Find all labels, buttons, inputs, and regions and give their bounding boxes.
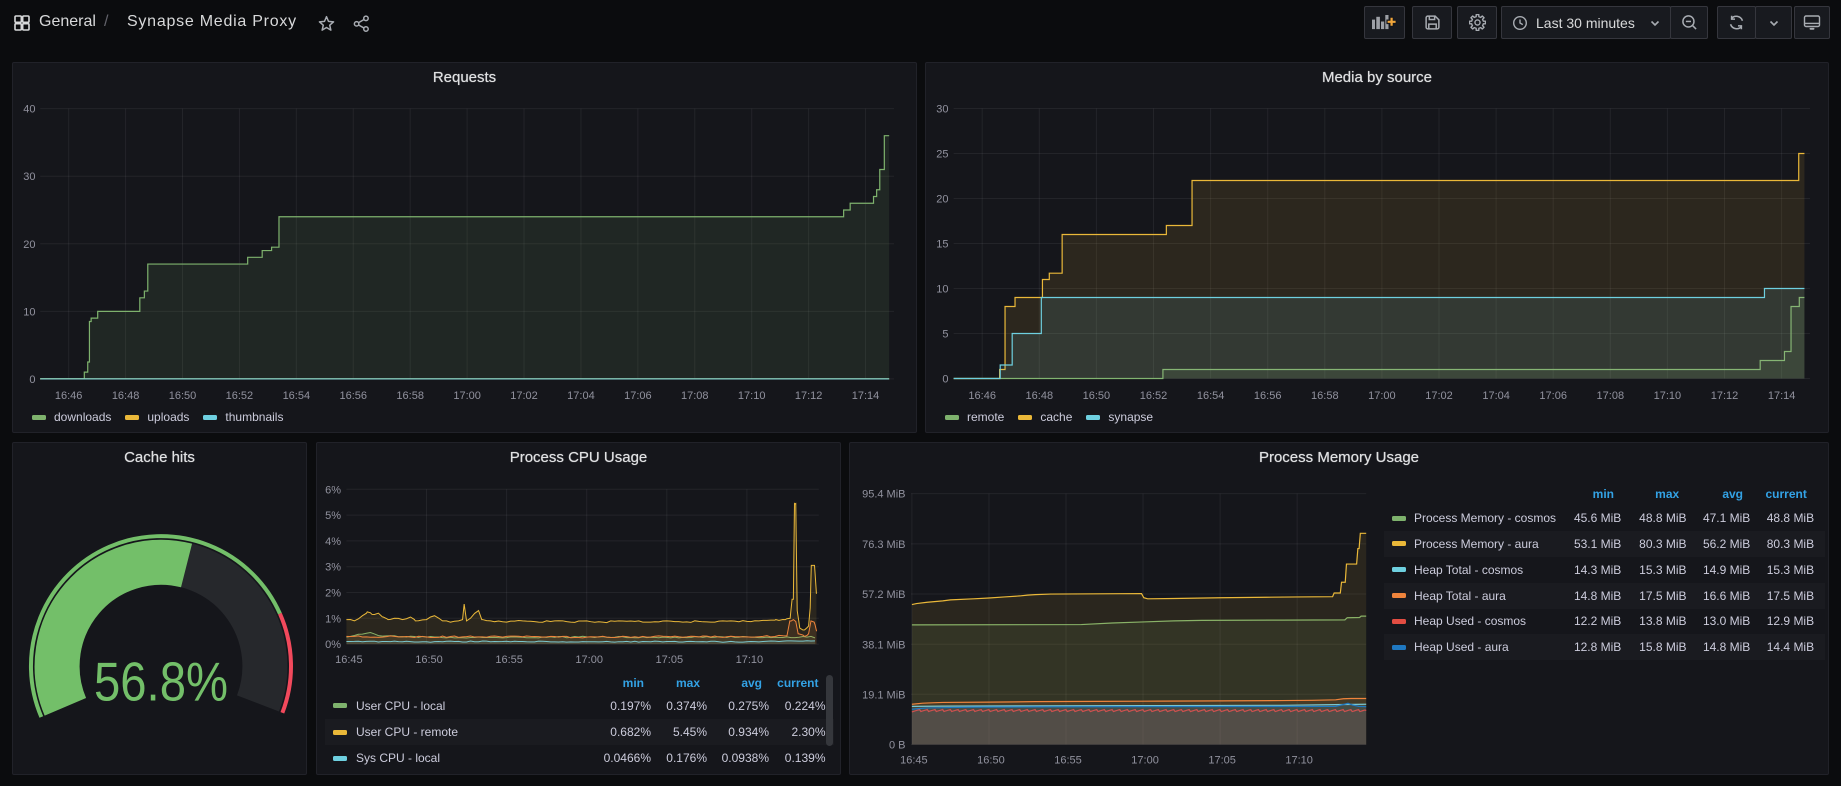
svg-text:17:05: 17:05 — [1208, 755, 1236, 767]
svg-text:1%: 1% — [325, 613, 341, 625]
svg-text:16:58: 16:58 — [396, 390, 424, 402]
svg-text:0 B: 0 B — [889, 740, 906, 752]
svg-text:17:12: 17:12 — [795, 390, 823, 402]
svg-text:40: 40 — [23, 104, 35, 116]
svg-text:16:54: 16:54 — [283, 390, 311, 402]
svg-text:10: 10 — [936, 284, 948, 296]
svg-text:16:52: 16:52 — [1140, 390, 1168, 402]
svg-text:16:45: 16:45 — [335, 654, 363, 666]
svg-text:17:08: 17:08 — [1597, 390, 1625, 402]
svg-text:16:46: 16:46 — [968, 390, 996, 402]
svg-text:17:00: 17:00 — [1131, 755, 1159, 767]
svg-text:17:00: 17:00 — [453, 390, 481, 402]
svg-text:30: 30 — [23, 171, 35, 183]
svg-text:25: 25 — [936, 149, 948, 161]
svg-text:19.1 MiB: 19.1 MiB — [862, 689, 905, 701]
svg-text:17:04: 17:04 — [567, 390, 595, 402]
svg-text:6%: 6% — [325, 484, 341, 496]
svg-text:56.8%: 56.8% — [94, 652, 228, 713]
svg-text:16:55: 16:55 — [1054, 755, 1082, 767]
svg-text:17:10: 17:10 — [1654, 390, 1682, 402]
svg-text:17:04: 17:04 — [1482, 390, 1510, 402]
svg-text:16:50: 16:50 — [977, 755, 1005, 767]
svg-text:17:14: 17:14 — [1768, 390, 1796, 402]
svg-text:10: 10 — [23, 306, 35, 318]
svg-text:16:52: 16:52 — [226, 390, 254, 402]
svg-text:0%: 0% — [325, 639, 341, 651]
svg-text:16:48: 16:48 — [1026, 390, 1054, 402]
svg-text:0: 0 — [29, 374, 35, 386]
svg-text:0: 0 — [942, 374, 948, 386]
svg-text:17:10: 17:10 — [738, 390, 766, 402]
svg-text:17:02: 17:02 — [1425, 390, 1453, 402]
svg-text:17:00: 17:00 — [1368, 390, 1396, 402]
svg-text:16:58: 16:58 — [1311, 390, 1339, 402]
svg-text:16:55: 16:55 — [495, 654, 523, 666]
svg-text:17:05: 17:05 — [656, 654, 684, 666]
svg-text:20: 20 — [23, 239, 35, 251]
svg-text:17:14: 17:14 — [852, 390, 880, 402]
svg-text:38.1 MiB: 38.1 MiB — [862, 639, 905, 651]
svg-text:95.4 MiB: 95.4 MiB — [862, 489, 905, 501]
svg-text:16:50: 16:50 — [415, 654, 443, 666]
svg-text:5: 5 — [942, 329, 948, 341]
svg-text:16:50: 16:50 — [169, 390, 197, 402]
svg-text:4%: 4% — [325, 536, 341, 548]
svg-text:16:46: 16:46 — [55, 390, 83, 402]
svg-text:20: 20 — [936, 194, 948, 206]
svg-text:17:10: 17:10 — [736, 654, 764, 666]
svg-text:17:00: 17:00 — [575, 654, 603, 666]
svg-text:17:12: 17:12 — [1711, 390, 1739, 402]
svg-text:76.3 MiB: 76.3 MiB — [862, 539, 905, 551]
svg-text:16:56: 16:56 — [1254, 390, 1282, 402]
svg-text:17:06: 17:06 — [624, 390, 652, 402]
svg-text:16:48: 16:48 — [112, 390, 140, 402]
svg-text:17:02: 17:02 — [510, 390, 538, 402]
svg-text:16:50: 16:50 — [1083, 390, 1111, 402]
svg-text:57.2 MiB: 57.2 MiB — [862, 589, 905, 601]
svg-text:16:56: 16:56 — [339, 390, 367, 402]
svg-text:30: 30 — [936, 104, 948, 116]
svg-text:15: 15 — [936, 239, 948, 251]
svg-text:17:08: 17:08 — [681, 390, 709, 402]
svg-text:5%: 5% — [325, 510, 341, 522]
svg-text:16:54: 16:54 — [1197, 390, 1225, 402]
svg-text:2%: 2% — [325, 588, 341, 600]
svg-text:16:45: 16:45 — [900, 755, 928, 767]
svg-text:3%: 3% — [325, 562, 341, 574]
svg-text:17:10: 17:10 — [1285, 755, 1313, 767]
svg-text:17:06: 17:06 — [1539, 390, 1567, 402]
